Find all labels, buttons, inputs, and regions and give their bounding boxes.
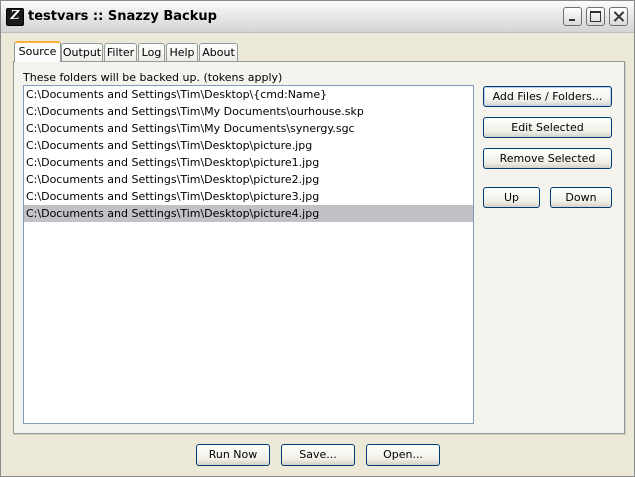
close-button[interactable] <box>609 7 628 26</box>
list-item-selected[interactable]: C:\Documents and Settings\Tim\Desktop\pi… <box>24 205 473 222</box>
tab-about[interactable]: About <box>199 43 238 61</box>
list-item[interactable]: C:\Documents and Settings\Tim\Desktop\pi… <box>24 188 473 205</box>
edit-selected-button[interactable]: Edit Selected <box>483 117 612 138</box>
title-bar[interactable]: Z testvars :: Snazzy Backup <box>1 1 634 33</box>
tab-log[interactable]: Log <box>138 43 165 61</box>
source-folder-list[interactable]: C:\Documents and Settings\Tim\Desktop\{c… <box>23 85 474 424</box>
tab-help[interactable]: Help <box>166 43 198 61</box>
open-button[interactable]: Open... <box>366 444 440 466</box>
app-window: Z testvars :: Snazzy Backup Source Outpu… <box>0 0 635 477</box>
minimize-button[interactable] <box>563 7 582 26</box>
run-now-button[interactable]: Run Now <box>196 444 270 466</box>
add-files-folders-button[interactable]: Add Files / Folders... <box>483 86 612 107</box>
app-logo-icon[interactable]: Z <box>6 8 24 26</box>
list-item[interactable]: C:\Documents and Settings\Tim\Desktop\pi… <box>24 171 473 188</box>
maximize-button[interactable] <box>586 7 605 26</box>
move-down-button[interactable]: Down <box>550 187 612 208</box>
window-title: testvars :: Snazzy Backup <box>28 9 217 24</box>
source-description: These folders will be backed up. (tokens… <box>23 71 283 84</box>
tab-output[interactable]: Output <box>61 43 103 61</box>
list-item[interactable]: C:\Documents and Settings\Tim\Desktop\pi… <box>24 154 473 171</box>
move-up-button[interactable]: Up <box>483 187 540 208</box>
save-button[interactable]: Save... <box>281 444 355 466</box>
list-item[interactable]: C:\Documents and Settings\Tim\My Documen… <box>24 103 473 120</box>
tab-source[interactable]: Source <box>14 41 61 62</box>
remove-selected-button[interactable]: Remove Selected <box>483 148 612 169</box>
list-item[interactable]: C:\Documents and Settings\Tim\Desktop\pi… <box>24 137 473 154</box>
list-item[interactable]: C:\Documents and Settings\Tim\My Documen… <box>24 120 473 137</box>
tab-filter[interactable]: Filter <box>104 43 137 61</box>
list-item[interactable]: C:\Documents and Settings\Tim\Desktop\{c… <box>24 86 473 103</box>
app-logo-letter: Z <box>10 8 20 22</box>
